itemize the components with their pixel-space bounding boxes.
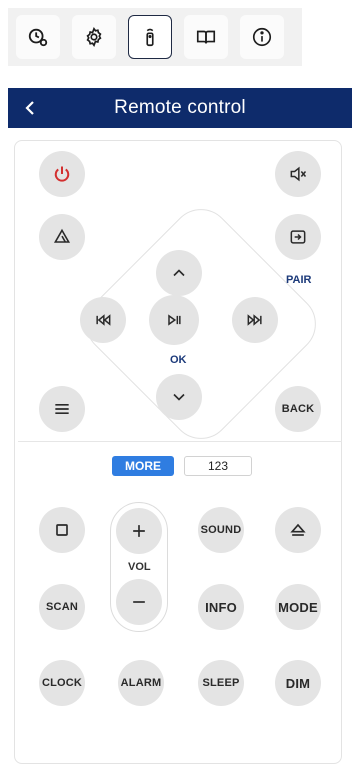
tab-123[interactable]: 123 <box>184 456 252 476</box>
skip-previous-icon <box>96 314 111 326</box>
remote-control-page: Remote control PAIR OK BACK MORE 123 SOU… <box>0 0 352 771</box>
stop-icon <box>56 524 68 536</box>
stop-button[interactable] <box>39 507 85 553</box>
toolbar-manual-button[interactable] <box>184 15 228 59</box>
dpad-up-button[interactable] <box>156 250 202 296</box>
book-icon <box>196 30 216 44</box>
menu-icon <box>55 404 69 414</box>
minus-icon <box>133 601 145 603</box>
top-toolbar <box>8 8 302 66</box>
remote-icon <box>146 28 154 47</box>
next-button[interactable] <box>232 297 278 343</box>
chevron-up-icon <box>173 269 185 277</box>
alarm-label: ALARM <box>120 677 162 689</box>
menu-button[interactable] <box>39 386 85 432</box>
clock-label: CLOCK <box>41 677 83 689</box>
chevron-down-icon <box>173 393 185 401</box>
dim-button[interactable]: DIM <box>275 660 321 706</box>
toolbar-clock-settings-button[interactable] <box>16 15 60 59</box>
source-icon <box>53 228 71 243</box>
back-label: BACK <box>281 403 315 415</box>
power-button[interactable] <box>39 151 85 197</box>
input-icon <box>290 230 306 244</box>
previous-button[interactable] <box>80 297 126 343</box>
ok-label: OK <box>170 354 187 366</box>
toolbar-settings-button[interactable] <box>72 15 116 59</box>
input-button[interactable] <box>275 214 321 260</box>
eject-icon <box>290 523 306 536</box>
page-title: Remote control <box>114 97 246 118</box>
info-icon <box>252 27 272 47</box>
dpad-down-button[interactable] <box>156 374 202 420</box>
toolbar-info-button[interactable] <box>240 15 284 59</box>
ok-play-pause-button[interactable] <box>149 295 199 345</box>
gear-icon <box>86 27 102 47</box>
sound-button[interactable]: SOUND <box>198 507 244 553</box>
mode-label: MODE <box>278 599 318 615</box>
vol-label: VOL <box>128 561 151 573</box>
volume-up-button[interactable] <box>116 508 162 554</box>
dim-label: DIM <box>285 675 311 691</box>
alarm-button[interactable]: ALARM <box>118 660 164 706</box>
clock-settings-icon <box>28 28 48 47</box>
clock-button[interactable]: CLOCK <box>39 660 85 706</box>
skip-next-icon <box>247 314 262 326</box>
volume-down-button[interactable] <box>116 579 162 625</box>
sleep-label: SLEEP <box>202 677 240 689</box>
source-button[interactable] <box>39 214 85 260</box>
mode-button[interactable]: MODE <box>275 584 321 630</box>
eject-button[interactable] <box>275 507 321 553</box>
sound-label: SOUND <box>200 524 242 536</box>
info-label: INFO <box>205 599 237 615</box>
mute-button[interactable] <box>275 151 321 197</box>
info-button[interactable]: INFO <box>198 584 244 630</box>
plus-icon <box>133 525 145 537</box>
tab-more[interactable]: MORE <box>112 456 174 476</box>
header-bar: Remote control <box>8 88 352 128</box>
play-pause-icon <box>168 314 181 326</box>
scan-button[interactable]: SCAN <box>39 584 85 630</box>
sleep-button[interactable]: SLEEP <box>198 660 244 706</box>
back-remote-button[interactable]: BACK <box>275 386 321 432</box>
scan-label: SCAN <box>46 601 78 613</box>
pair-label[interactable]: PAIR <box>286 274 311 286</box>
toolbar-remote-button[interactable] <box>128 15 172 59</box>
mute-icon <box>290 166 307 182</box>
power-icon <box>54 166 70 182</box>
